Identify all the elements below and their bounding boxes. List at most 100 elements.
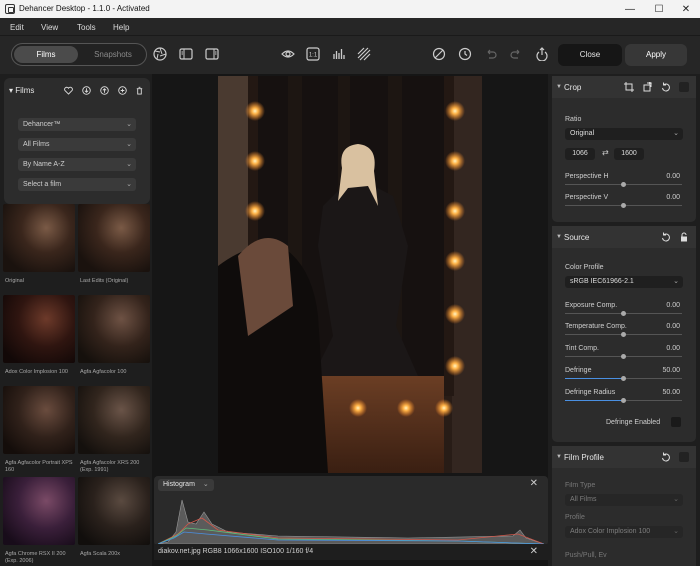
- film-thumbnail[interactable]: [3, 204, 75, 272]
- film-thumbnail[interactable]: [78, 295, 150, 363]
- apply-button[interactable]: Apply: [625, 44, 687, 66]
- slider-knob[interactable]: [621, 182, 626, 187]
- films-panel-header[interactable]: ▾ Films: [9, 86, 34, 95]
- lock-icon[interactable]: [679, 232, 689, 242]
- add-icon[interactable]: [118, 86, 127, 95]
- import-icon[interactable]: [82, 86, 91, 95]
- panel-left-icon[interactable]: [179, 47, 193, 61]
- film-thumbnail[interactable]: [3, 477, 75, 545]
- collapse-icon: ▼: [556, 84, 562, 90]
- chevron-down-icon: ⌄: [126, 181, 132, 188]
- film-profile-toggle[interactable]: [679, 452, 689, 462]
- export-icon[interactable]: [535, 47, 549, 61]
- menu-help[interactable]: Help: [113, 23, 129, 32]
- crop-width-input[interactable]: 1066: [565, 148, 595, 160]
- close-info-icon[interactable]: ✕: [530, 546, 538, 557]
- close-window-icon[interactable]: ✕: [672, 0, 700, 18]
- films-panel-title: Films: [15, 86, 35, 95]
- crop-section: ▼ Crop Ratio Original ⌄ 1066 ⇄ 1600 Persp…: [552, 76, 696, 222]
- film-thumbnail[interactable]: [78, 477, 150, 545]
- chevron-down-icon: ⌄: [673, 130, 679, 137]
- swap-icon[interactable]: ⇄: [602, 148, 609, 157]
- vendor-select[interactable]: Dehancer™ ⌄: [18, 118, 136, 131]
- reset-all-icon[interactable]: [432, 47, 446, 61]
- defringe-enabled-checkbox[interactable]: [671, 417, 681, 427]
- redo-icon[interactable]: [509, 47, 523, 61]
- menu-tools[interactable]: Tools: [77, 23, 96, 32]
- exposure-value: 0.00: [666, 302, 680, 309]
- maximize-icon[interactable]: ☐: [645, 0, 673, 18]
- ratio-value: Original: [570, 130, 595, 137]
- perspective-h-slider[interactable]: [565, 182, 682, 187]
- tab-snapshots[interactable]: Snapshots: [82, 46, 144, 63]
- grain-icon[interactable]: [357, 47, 371, 61]
- image-info: diakov.net.jpg RGB8 1066x1600 ISO100 1/1…: [158, 548, 314, 555]
- tab-films[interactable]: Films: [14, 46, 78, 63]
- temperature-slider[interactable]: [565, 332, 682, 337]
- menu-edit[interactable]: Edit: [10, 23, 24, 32]
- zoom-1to1-icon[interactable]: 1:1: [306, 47, 320, 61]
- minimize-icon[interactable]: —: [616, 0, 644, 18]
- tint-slider[interactable]: [565, 354, 682, 359]
- film-type-select[interactable]: All Films ⌄: [565, 494, 683, 506]
- profile-label: Profile: [565, 514, 585, 521]
- reset-icon[interactable]: [661, 452, 671, 462]
- exposure-slider[interactable]: [565, 311, 682, 316]
- film-thumbnail[interactable]: [3, 295, 75, 363]
- close-button[interactable]: Close: [558, 44, 622, 66]
- film-thumbnail[interactable]: [3, 386, 75, 454]
- trash-icon[interactable]: [135, 86, 144, 95]
- title-bar: Dehancer Desktop - 1.1.0 - Activated — ☐…: [0, 0, 700, 18]
- defringe-slider[interactable]: [565, 376, 682, 381]
- svg-text:1:1: 1:1: [309, 53, 318, 59]
- heart-icon[interactable]: [64, 86, 73, 95]
- crop-icon[interactable]: [624, 82, 634, 92]
- histogram-icon[interactable]: [332, 47, 346, 61]
- sort-value: By Name A-Z: [23, 161, 65, 168]
- menu-bar: Edit View Tools Help: [0, 18, 700, 36]
- film-filter-select[interactable]: All Films ⌄: [18, 138, 136, 151]
- panel-right-icon[interactable]: [205, 47, 219, 61]
- reset-icon[interactable]: [661, 232, 671, 242]
- chevron-down-icon: ⌄: [673, 528, 679, 535]
- window-title: Dehancer Desktop - 1.1.0 - Activated: [19, 4, 150, 13]
- chevron-down-icon: ⌄: [202, 481, 209, 488]
- perspective-v-slider[interactable]: [565, 203, 682, 208]
- slider-knob[interactable]: [621, 398, 626, 403]
- slider-knob[interactable]: [621, 376, 626, 381]
- color-profile-label: Color Profile: [565, 264, 604, 271]
- undo-icon[interactable]: [484, 47, 498, 61]
- slider-knob[interactable]: [621, 354, 626, 359]
- eye-icon[interactable]: [281, 47, 295, 61]
- slider-knob[interactable]: [621, 203, 626, 208]
- perspective-v-value: 0.00: [666, 194, 680, 201]
- film-profile-header[interactable]: ▼ Film Profile: [552, 446, 696, 468]
- sort-select[interactable]: By Name A-Z ⌄: [18, 158, 136, 171]
- slider-knob[interactable]: [621, 332, 626, 337]
- film-thumbnail-label: Original: [5, 278, 24, 284]
- crop-title: Crop: [564, 83, 582, 92]
- crop-height-input[interactable]: 1600: [614, 148, 644, 160]
- film-thumbnail[interactable]: [78, 204, 150, 272]
- source-header[interactable]: ▼ Source: [552, 226, 696, 248]
- film-type-label: Film Type: [565, 482, 596, 489]
- defringe-radius-slider[interactable]: [565, 398, 682, 403]
- ratio-select[interactable]: Original ⌄: [565, 128, 683, 140]
- aperture-icon[interactable]: [153, 47, 167, 61]
- menu-view[interactable]: View: [41, 23, 58, 32]
- crop-toggle[interactable]: [679, 82, 689, 92]
- rotate-icon[interactable]: [643, 82, 653, 92]
- film-thumbnail[interactable]: [78, 386, 150, 454]
- film-select[interactable]: Select a film ⌄: [18, 178, 136, 191]
- film-thumbnail-label: Last Edits (Original): [80, 278, 129, 284]
- slider-knob[interactable]: [621, 311, 626, 316]
- history-icon[interactable]: [458, 47, 472, 61]
- close-histogram-icon[interactable]: ✕: [530, 478, 538, 489]
- reset-icon[interactable]: [661, 82, 671, 92]
- upload-icon[interactable]: [100, 86, 109, 95]
- color-profile-select[interactable]: sRGB IEC61966-2.1 ⌄: [565, 276, 683, 288]
- histogram-select[interactable]: Histogram ⌄: [158, 479, 214, 491]
- crop-header[interactable]: ▼ Crop: [552, 76, 696, 98]
- photo-preview[interactable]: [218, 76, 482, 473]
- profile-select[interactable]: Adox Color Implosion 100 ⌄: [565, 526, 683, 538]
